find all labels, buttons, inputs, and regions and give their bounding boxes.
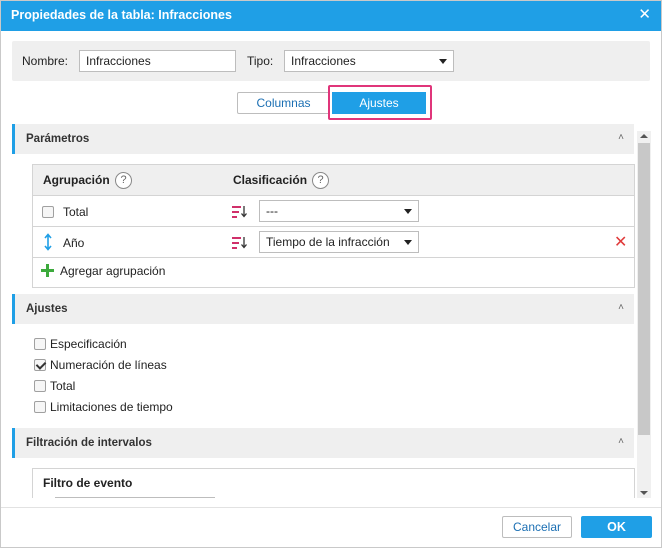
sort-select-value: ---: [266, 204, 278, 218]
sort-select[interactable]: Tiempo de la infracción: [259, 231, 419, 253]
grouping-table-header: Agrupación ? Clasificación ?: [33, 165, 634, 196]
event-filter-box: Filtro de evento: [32, 468, 635, 498]
plus-icon: [41, 264, 54, 277]
grouping-column-header: Agrupación: [43, 173, 110, 187]
limitaciones-checkbox[interactable]: [34, 401, 46, 413]
grouping-table: Agrupación ? Clasificación ? Total --- A…: [32, 164, 635, 288]
section-parametros[interactable]: Parámetros ˄: [12, 124, 634, 154]
row-label: Total: [63, 205, 89, 219]
scroll-up-icon[interactable]: [640, 134, 648, 138]
sorting-column-header: Clasificación: [233, 173, 308, 187]
sort-select[interactable]: ---: [259, 200, 419, 222]
scroll-down-icon[interactable]: [640, 491, 648, 495]
row-label: Año: [63, 236, 85, 250]
option-label: Total: [50, 379, 76, 393]
chevron-down-icon: [404, 209, 412, 214]
name-input[interactable]: [79, 50, 236, 72]
event-filter-title: Filtro de evento: [43, 476, 133, 490]
type-select[interactable]: Infracciones: [284, 50, 454, 72]
option-label: Limitaciones de tiempo: [50, 400, 173, 414]
section-filtracion[interactable]: Filtración de intervalos ˄: [12, 428, 634, 458]
total-grouping-checkbox[interactable]: [42, 206, 54, 218]
sort-select-value: Tiempo de la infracción: [266, 235, 390, 249]
scrollbar[interactable]: [637, 131, 651, 498]
option-label: Numeración de líneas: [50, 358, 167, 372]
chevron-down-icon: [404, 240, 412, 245]
dialog-title: Propiedades de la tabla: Infracciones: [11, 8, 232, 22]
close-icon[interactable]: ✕: [638, 6, 651, 24]
especificacion-checkbox[interactable]: [34, 338, 46, 350]
sort-direction-icon[interactable]: [232, 236, 248, 250]
total-checkbox[interactable]: [34, 380, 46, 392]
table-row: Año Tiempo de la infracción ✕: [33, 227, 634, 258]
help-icon[interactable]: ?: [312, 172, 329, 189]
chevron-up-icon[interactable]: ˄: [618, 132, 624, 143]
ok-button[interactable]: OK: [581, 516, 652, 538]
tab-columnas[interactable]: Columnas: [237, 92, 330, 114]
table-row: Total ---: [33, 196, 634, 227]
section-ajustes[interactable]: Ajustes ˄: [12, 294, 634, 324]
dialog-titlebar: Propiedades de la tabla: Infracciones ✕: [1, 1, 661, 31]
help-icon[interactable]: ?: [115, 172, 132, 189]
section-filtracion-title: Filtración de intervalos: [26, 437, 152, 449]
chevron-up-icon[interactable]: ˄: [618, 436, 624, 447]
sort-direction-icon[interactable]: [232, 205, 248, 219]
numeracion-checkbox[interactable]: [34, 359, 46, 371]
chevron-up-icon[interactable]: ˄: [618, 302, 624, 313]
drag-handle-icon[interactable]: [43, 233, 53, 251]
chevron-down-icon: [439, 59, 447, 64]
type-label: Tipo:: [247, 54, 274, 68]
tab-highlight-frame: [328, 85, 432, 120]
footer-divider: [1, 507, 661, 508]
cancel-button[interactable]: Cancelar: [502, 516, 572, 538]
add-grouping-label: Agregar agrupación: [60, 264, 166, 278]
option-label: Especificación: [50, 337, 127, 351]
name-label: Nombre:: [22, 54, 69, 68]
type-select-value: Infracciones: [291, 54, 356, 68]
remove-row-icon[interactable]: ✕: [614, 235, 627, 251]
section-ajustes-title: Ajustes: [26, 303, 68, 315]
table-properties-dialog: Propiedades de la tabla: Infracciones ✕ …: [0, 0, 662, 548]
section-parametros-title: Parámetros: [26, 133, 90, 145]
scrollbar-thumb[interactable]: [638, 143, 650, 435]
divider: [55, 497, 215, 498]
name-type-row: Nombre: Tipo: Infracciones: [12, 41, 650, 81]
